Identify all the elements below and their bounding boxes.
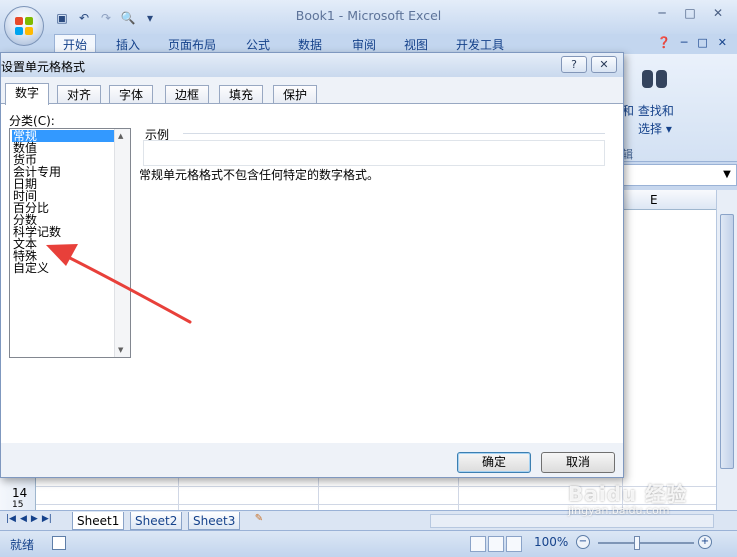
grid-line <box>318 478 319 510</box>
close-icon[interactable]: ✕ <box>705 4 731 22</box>
column-header-e[interactable]: E <box>650 193 658 207</box>
zoom-out-icon[interactable]: − <box>576 535 590 549</box>
ribbon-tab-insert[interactable]: 插入 <box>116 36 140 53</box>
ribbon-tab-data[interactable]: 数据 <box>298 36 322 53</box>
first-sheet-icon[interactable]: |◀ <box>6 514 16 524</box>
grid-line <box>178 478 179 510</box>
ribbon-close-icon[interactable]: ✕ <box>718 36 727 49</box>
normal-view-icon[interactable] <box>470 536 486 552</box>
category-list[interactable]: 常规 数值 货币 会计专用 日期 时间 百分比 分数 科学记数 文本 特殊 自定… <box>9 128 131 358</box>
dialog-help-button[interactable]: ? <box>561 56 587 73</box>
zoom-slider-thumb[interactable] <box>634 536 640 550</box>
macro-record-icon[interactable] <box>52 536 66 550</box>
tab-fill[interactable]: 填充 <box>219 85 264 104</box>
row-header-15[interactable]: 15 <box>12 500 23 510</box>
excel-title-bar: ▣ ↶ ↷ 🔍 ▾ Book1 - Microsoft Excel ─ □ ✕ <box>0 0 737 34</box>
format-cells-dialog: 设置单元格格式 ? ✕ 数字 对齐 字体 边框 填充 保护 分类(C): 常规 … <box>0 52 624 478</box>
sheet-tab-sheet2[interactable]: Sheet2 <box>130 512 183 530</box>
ribbon-help-controls: ❓ ─ □ ✕ <box>657 36 727 49</box>
scroll-down-icon[interactable]: ▼ <box>118 346 123 354</box>
view-buttons <box>470 536 522 552</box>
category-list-scrollbar[interactable]: ▲ ▼ <box>114 129 130 357</box>
page-break-view-icon[interactable] <box>506 536 522 552</box>
ribbon-tab-strip: 开始 插入 页面布局 公式 数据 审阅 视图 开发工具 ❓ ─ □ ✕ <box>0 34 737 54</box>
tab-border[interactable]: 边框 <box>165 85 210 104</box>
scroll-up-icon[interactable]: ▲ <box>118 132 123 140</box>
find-select-label[interactable]: 和 查找和 <box>622 102 674 119</box>
vertical-scrollbar[interactable] <box>716 190 737 510</box>
page-layout-view-icon[interactable] <box>488 536 504 552</box>
ribbon-tab-developer[interactable]: 开发工具 <box>456 36 504 53</box>
ribbon-minimize-icon[interactable]: ─ <box>681 36 688 49</box>
ribbon-tab-page-layout[interactable]: 页面布局 <box>168 36 216 53</box>
dialog-title: 设置单元格格式 <box>1 60 86 74</box>
tab-alignment[interactable]: 对齐 <box>57 85 102 104</box>
baidu-watermark: Baidu 经验 jingyan.baidu.com <box>568 478 718 518</box>
sample-group: 示例 <box>139 126 607 166</box>
grid-line <box>458 478 459 510</box>
status-text: 就绪 <box>10 538 35 552</box>
select-label[interactable]: 选择 ▾ <box>638 120 672 137</box>
tab-font[interactable]: 字体 <box>109 85 154 104</box>
vertical-scroll-thumb[interactable] <box>720 214 734 469</box>
ribbon-tab-view[interactable]: 视图 <box>404 36 428 53</box>
category-label: 分类(C): <box>9 114 55 128</box>
dialog-title-bar[interactable]: 设置单元格格式 ? ✕ <box>1 53 623 77</box>
prev-sheet-icon[interactable]: ◀ <box>20 514 27 524</box>
ribbon-restore-icon[interactable]: □ <box>697 36 707 49</box>
binoculars-icon[interactable] <box>642 66 668 90</box>
minimize-icon[interactable]: ─ <box>649 4 675 22</box>
office-logo-icon <box>15 17 33 35</box>
formula-bar[interactable]: ▼ <box>622 164 737 186</box>
cancel-button[interactable]: 取消 <box>541 452 615 473</box>
app-title: Book1 - Microsoft Excel <box>295 8 442 23</box>
zoom-slider-track[interactable] <box>598 542 694 544</box>
window-controls: ─ □ ✕ <box>649 4 731 22</box>
find-select-group: 和 查找和 选择 ▾ 辑 <box>622 62 680 161</box>
next-sheet-icon[interactable]: ▶ <box>31 514 38 524</box>
row-header-14[interactable]: 14 <box>12 486 27 500</box>
insert-sheet-icon[interactable]: ✎ <box>250 513 268 528</box>
help-icon[interactable]: ❓ <box>657 36 671 49</box>
status-bar: 就绪 100% − + <box>0 530 737 557</box>
sample-preview <box>143 140 605 166</box>
sample-divider <box>183 133 605 134</box>
maximize-icon[interactable]: □ <box>677 4 703 22</box>
sheet-tab-sheet3[interactable]: Sheet3 <box>188 512 241 530</box>
number-tab-panel: 分类(C): 常规 数值 货币 会计专用 日期 时间 百分比 分数 科学记数 文… <box>1 103 623 443</box>
zoom-in-icon[interactable]: + <box>698 535 712 549</box>
dialog-close-button[interactable]: ✕ <box>591 56 617 73</box>
office-button[interactable] <box>4 6 44 46</box>
category-item-custom[interactable]: 自定义 <box>12 262 114 274</box>
ribbon-tab-review[interactable]: 审阅 <box>352 36 376 53</box>
expand-formula-bar-icon[interactable]: ▼ <box>720 166 734 184</box>
sheet-nav-arrows: |◀ ◀ ▶ ▶| <box>6 514 52 524</box>
ribbon-tab-formulas[interactable]: 公式 <box>246 36 270 53</box>
sheet-tab-sheet1[interactable]: Sheet1 <box>72 512 125 530</box>
ok-button[interactable]: 确定 <box>457 452 531 473</box>
zoom-level[interactable]: 100% <box>534 535 568 549</box>
format-description: 常规单元格格式不包含任何特定的数字格式。 <box>139 168 380 182</box>
last-sheet-icon[interactable]: ▶| <box>42 514 52 524</box>
watermark-url: jingyan.baidu.com <box>568 504 670 517</box>
dialog-tab-strip: 数字 对齐 字体 边框 填充 保护 <box>1 83 623 105</box>
tab-number[interactable]: 数字 <box>5 83 50 105</box>
ribbon-tab-home[interactable]: 开始 <box>54 34 97 54</box>
watermark-logo: Baidu 经验 <box>568 482 688 506</box>
column-header-row <box>622 190 716 210</box>
tab-protection[interactable]: 保护 <box>273 85 318 104</box>
